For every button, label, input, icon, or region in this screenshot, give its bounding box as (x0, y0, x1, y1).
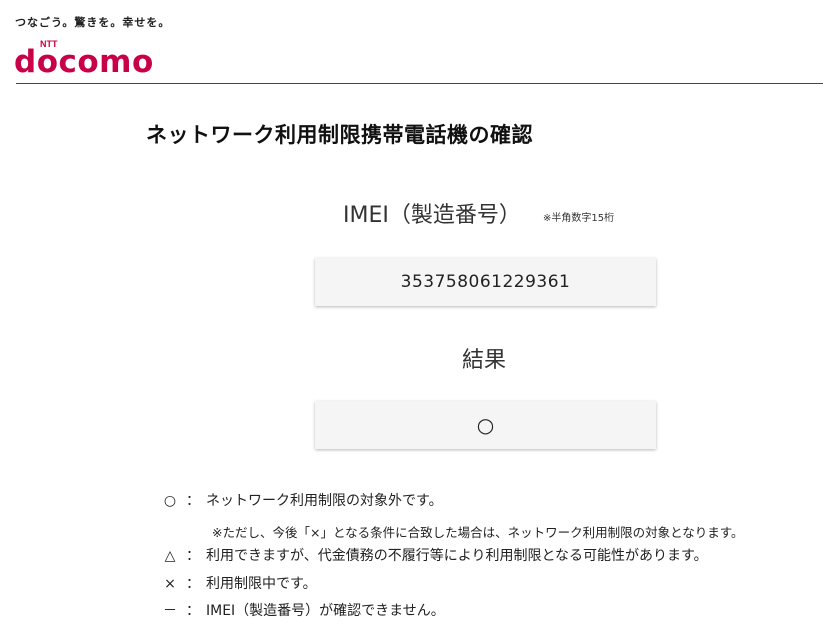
legend-symbol: ○ (163, 493, 177, 509)
legend-item-warning: △ ： 利用できますが、代金債務の不履行等により利用制限となる可能性があります。 (160, 545, 708, 565)
legend-symbol: △ (164, 548, 176, 564)
legend-colon: ： (186, 576, 200, 592)
imei-value: 353758061229361 (400, 272, 571, 292)
result-value-field: ○ (315, 401, 656, 449)
legend-item-ok: ○ ： ネットワーク利用制限の対象外です。 (160, 490, 443, 510)
legend-item-unknown: － ： IMEI（製造番号）が確認できません。 (160, 600, 445, 620)
site-header: つなごう。驚きを。幸せを。 NTT docomo (0, 0, 823, 84)
legend-text: 利用できますが、代金債務の不履行等により利用制限となる可能性があります。 (206, 548, 708, 564)
page-title: ネットワーク利用制限携帯電話機の確認 (146, 123, 533, 147)
tagline: つなごう。驚きを。幸せを。 (15, 16, 171, 29)
page: つなごう。驚きを。幸せを。 NTT docomo ネットワーク利用制限携帯電話機… (0, 0, 823, 632)
legend-item-restricted: × ： 利用制限中です。 (160, 573, 317, 593)
legend-colon: ： (186, 603, 200, 619)
logo-text: docomo (14, 44, 154, 76)
imei-label: IMEI（製造番号） (343, 203, 521, 228)
legend-text: ネットワーク利用制限の対象外です。 (206, 493, 443, 509)
legend-symbol: × (164, 576, 176, 592)
legend-note: ※ただし、今後「×」となる条件に合致した場合は、ネットワーク利用制限の対象となり… (212, 525, 744, 540)
legend-text: 利用制限中です。 (206, 576, 317, 592)
legend-colon: ： (186, 548, 200, 564)
result-label: 結果 (462, 348, 507, 373)
imei-value-field: 353758061229361 (315, 258, 656, 306)
docomo-logo[interactable]: NTT docomo (13, 36, 163, 76)
legend-colon: ： (186, 493, 200, 509)
result-value: ○ (476, 413, 495, 437)
header-divider (16, 83, 823, 84)
imei-note: ※半角数字15桁 (543, 213, 615, 224)
legend-text: IMEI（製造番号）が確認できません。 (206, 603, 445, 619)
legend-symbol: － (163, 603, 177, 619)
